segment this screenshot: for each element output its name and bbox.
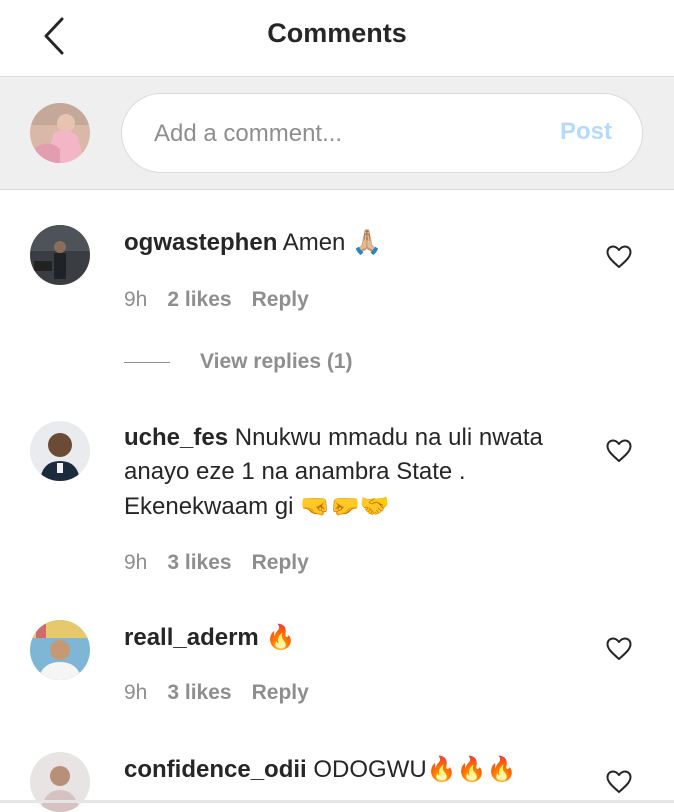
comment-likes[interactable]: 3 likes bbox=[167, 551, 231, 574]
comment-text: confidence_odii ODOGWU🔥🔥🔥 bbox=[124, 752, 594, 787]
comment-meta: 9h 3 likes Reply bbox=[124, 551, 309, 575]
heart-icon bbox=[606, 770, 632, 793]
comment-meta: 9h 2 likes Reply bbox=[124, 288, 309, 312]
fire-emoji: 🔥 bbox=[265, 623, 296, 651]
comment-text: reall_aderm 🔥 bbox=[124, 620, 594, 655]
comment-input[interactable] bbox=[152, 114, 536, 154]
like-heart-button[interactable] bbox=[606, 245, 632, 269]
comment-username[interactable]: reall_aderm bbox=[124, 624, 259, 651]
comment-text: uche_fes Nnukwu mmadu na uli nwata anayo… bbox=[124, 421, 594, 524]
replies-divider bbox=[124, 361, 170, 363]
comment-username[interactable]: confidence_odii bbox=[124, 756, 307, 783]
reply-button[interactable]: Reply bbox=[252, 551, 309, 574]
like-heart-button[interactable] bbox=[606, 439, 632, 463]
post-button[interactable]: Post bbox=[560, 118, 612, 146]
fist-bump-handshake-emoji: 🤜🤛🤝 bbox=[300, 492, 390, 520]
heart-icon bbox=[606, 637, 632, 660]
comment-meta: 9h 3 likes Reply bbox=[124, 681, 309, 705]
praying-hands-emoji: 🙏🏼 bbox=[352, 228, 382, 256]
comment-body: Amen bbox=[282, 229, 346, 256]
commenter-avatar[interactable] bbox=[30, 752, 90, 812]
comment-body: ODOGWU bbox=[313, 756, 427, 783]
current-user-avatar bbox=[30, 103, 90, 163]
heart-icon bbox=[606, 439, 632, 462]
comment-username[interactable]: ogwastephen bbox=[124, 229, 277, 256]
comment-likes[interactable]: 2 likes bbox=[167, 288, 231, 311]
comment-text: ogwastephen Amen 🙏🏼 bbox=[124, 225, 594, 260]
page-title: Comments bbox=[267, 18, 407, 48]
comment-time: 9h bbox=[124, 288, 148, 311]
heart-icon bbox=[606, 245, 632, 268]
commenter-avatar[interactable] bbox=[30, 421, 90, 481]
commenter-avatar[interactable] bbox=[30, 225, 90, 285]
like-heart-button[interactable] bbox=[606, 637, 632, 661]
view-replies-label: View replies (1) bbox=[200, 350, 353, 373]
comment-username[interactable]: uche_fes bbox=[124, 424, 228, 451]
comment-time: 9h bbox=[124, 681, 148, 704]
reply-button[interactable]: Reply bbox=[252, 288, 309, 311]
reply-button[interactable]: Reply bbox=[252, 681, 309, 704]
view-replies-button[interactable]: View replies (1) bbox=[124, 350, 353, 374]
comment-composer: Post bbox=[0, 76, 674, 190]
fire-emoji: 🔥🔥🔥 bbox=[426, 755, 517, 783]
comment-input-container: Post bbox=[121, 93, 643, 173]
header-bar: Comments bbox=[0, 0, 674, 76]
comment-likes[interactable]: 3 likes bbox=[167, 681, 231, 704]
comment-time: 9h bbox=[124, 551, 148, 574]
like-heart-button[interactable] bbox=[606, 770, 632, 794]
commenter-avatar[interactable] bbox=[30, 620, 90, 680]
